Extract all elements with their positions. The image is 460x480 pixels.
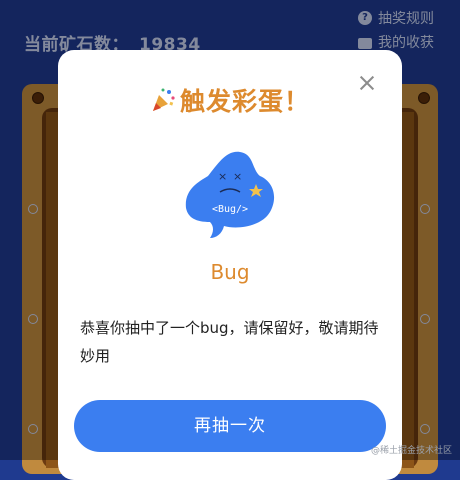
dialog-title-text: 触发彩蛋！	[179, 87, 310, 116]
svg-text:×: ×	[233, 170, 242, 183]
dialog-title: 触发彩蛋！	[58, 82, 402, 118]
prize-name: Bug	[210, 260, 250, 284]
bug-mascot-icon: × × <Bug/>	[185, 151, 275, 238]
draw-again-button[interactable]: 再抽一次	[74, 400, 386, 452]
party-popper-icon	[152, 88, 175, 111]
svg-text:×: ×	[218, 170, 227, 183]
watermark: @稀土掘金技术社区	[370, 446, 452, 456]
easter-egg-dialog: 触发彩蛋！ × × <Bug/> Bug 恭喜你抽中了一个bug，请保留好，敬请…	[58, 50, 402, 480]
prize-description: 恭喜你抽中了一个bug，请保留好，敬请期待妙用	[80, 319, 379, 365]
mascot-tag: <Bug/>	[212, 204, 248, 215]
close-icon[interactable]	[356, 72, 378, 94]
